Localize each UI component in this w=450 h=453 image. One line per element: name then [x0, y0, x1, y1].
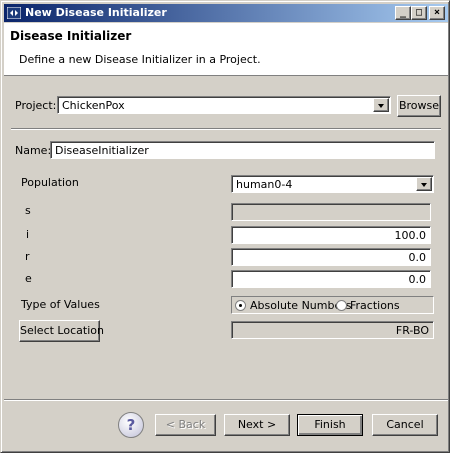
wizard-banner: Disease Initializer Define a new Disease… [4, 23, 448, 76]
page-description: Define a new Disease Initializer in a Pr… [19, 53, 261, 66]
wizard-window: New Disease Initializer _ □ × Disease In… [0, 0, 450, 453]
chevron-down-icon[interactable] [373, 98, 389, 112]
project-dropdown[interactable]: ChickenPox [57, 96, 391, 114]
divider [11, 128, 441, 130]
value-type-label: Type of Values [21, 298, 100, 311]
name-field[interactable]: DiseaseInitializer [50, 141, 435, 159]
app-icon [7, 7, 21, 19]
page-title: Disease Initializer [10, 29, 132, 43]
project-label: Project: [15, 99, 57, 112]
back-button: < Back [155, 414, 216, 436]
cancel-button[interactable]: Cancel [372, 414, 438, 436]
compartment-label-e: e [25, 272, 32, 285]
compartment-field-s [231, 203, 431, 221]
compartment-field-i[interactable]: 100.0 [231, 226, 431, 244]
next-button[interactable]: Next > [224, 414, 290, 436]
footer-divider [4, 399, 448, 401]
compartment-label-i: i [26, 228, 30, 241]
compartment-label-s: s [25, 204, 31, 217]
population-value: human0-4 [236, 178, 293, 191]
population-label: Population [21, 176, 79, 189]
fractions-radio[interactable] [336, 300, 347, 311]
browse-button[interactable]: Browse [397, 95, 441, 117]
absolute-numbers-radio[interactable] [235, 300, 246, 311]
location-field: FR-BO [231, 321, 434, 339]
finish-button[interactable]: Finish [297, 414, 363, 436]
close-button[interactable]: × [429, 6, 445, 20]
name-value: DiseaseInitializer [55, 144, 149, 157]
minimize-button[interactable]: _ [395, 6, 411, 20]
help-icon[interactable]: ? [118, 412, 144, 438]
name-label: Name: [15, 144, 52, 157]
fractions-label[interactable]: Fractions [350, 299, 400, 312]
value-type-group: Absolute Numbers Fractions [231, 296, 434, 314]
compartment-label-r: r [25, 250, 30, 263]
chevron-down-icon[interactable] [416, 177, 432, 191]
project-value: ChickenPox [62, 99, 125, 112]
select-location-button[interactable]: Select Location [19, 320, 104, 342]
population-dropdown[interactable]: human0-4 [231, 175, 434, 193]
title-bar[interactable]: New Disease Initializer _ □ × [4, 4, 448, 22]
maximize-button[interactable]: □ [411, 6, 427, 20]
window-title: New Disease Initializer [25, 6, 167, 19]
compartment-field-e[interactable]: 0.0 [231, 270, 431, 288]
compartment-field-r[interactable]: 0.0 [231, 248, 431, 266]
